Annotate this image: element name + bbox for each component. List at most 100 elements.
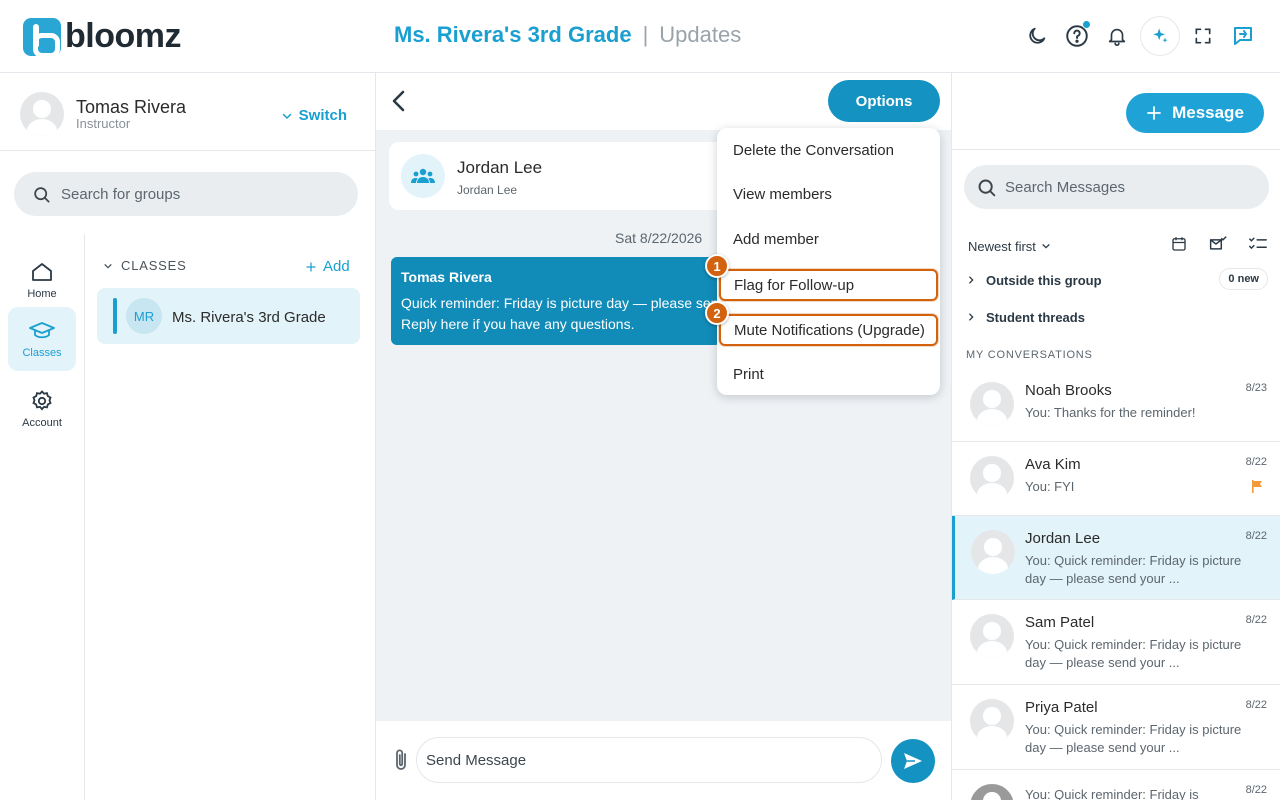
send-button[interactable] (891, 739, 935, 783)
conversation-item[interactable]: Sam Patel 8/22 You: Quick reminder: Frid… (952, 600, 1280, 685)
class-initials-avatar: MR (126, 298, 162, 334)
help-chat-icon[interactable] (1060, 16, 1094, 56)
menu-item-add-member[interactable]: Add member (717, 217, 940, 262)
group-outside-this-group[interactable]: Outside this group 0 new (966, 264, 1268, 296)
mail-check-icon[interactable] (1208, 235, 1228, 253)
conversation-item[interactable]: Ava Kim 8/22 You: FYI (952, 442, 1280, 516)
class-item[interactable]: MR Ms. Rivera's 3rd Grade (97, 288, 360, 344)
user-avatar[interactable] (20, 92, 64, 136)
plus-icon (1147, 106, 1161, 120)
conversation-item-date: 8/22 (1245, 614, 1267, 626)
chevron-down-icon (1042, 244, 1050, 249)
group-label: Student threads (986, 309, 1085, 325)
nav-home-label: Home (27, 288, 57, 300)
search-icon (978, 179, 996, 196)
message-search-input[interactable] (1005, 178, 1255, 196)
messages-header: Message (952, 73, 1280, 150)
nav-home[interactable]: Home (8, 248, 76, 312)
options-button[interactable]: Options (828, 80, 940, 122)
messages-panel: Message Newest first Outside this group … (951, 73, 1280, 800)
chevron-right-icon (969, 276, 974, 284)
chevron-down-icon (104, 263, 112, 269)
conversation-item-preview: You: Quick reminder: Friday is picture d… (1025, 722, 1242, 755)
message-text: Quick reminder: Friday is picture day — … (401, 295, 721, 332)
avatar (970, 614, 1014, 658)
message-bubble[interactable]: Tomas Rivera Quick reminder: Friday is p… (391, 257, 721, 345)
switch-label: Switch (298, 107, 347, 124)
date-separator: Sat 8/22/2026 (615, 230, 703, 246)
group-student-threads[interactable]: Student threads (966, 301, 1268, 333)
conversation-item-date: 8/22 (1245, 699, 1267, 711)
menu-item-view-members[interactable]: View members (717, 172, 940, 217)
conversation-item-name: Ava Kim (1025, 456, 1081, 473)
add-class-button[interactable]: Add (305, 258, 350, 275)
conversation-item[interactable]: 8/22 You: Quick reminder: Friday is (952, 770, 1280, 800)
conversation-item[interactable]: Priya Patel 8/22 You: Quick reminder: Fr… (952, 685, 1280, 770)
conversation-item-preview: You: Quick reminder: Friday is picture d… (1025, 637, 1242, 670)
avatar (970, 382, 1014, 426)
bloomz-logo[interactable]: bloomz (23, 17, 181, 58)
nav-account[interactable]: Account (8, 377, 76, 441)
group-search-box (14, 172, 358, 216)
attachment-button[interactable] (392, 748, 410, 777)
menu-item-print[interactable]: Print (717, 352, 940, 397)
avatar (971, 530, 1015, 574)
nav-account-label: Account (22, 417, 62, 429)
moon-icon[interactable] (1020, 16, 1054, 56)
home-icon (32, 263, 52, 281)
group-search-input[interactable] (61, 185, 321, 203)
my-conversations-header: MY CONVERSATIONS (966, 349, 1093, 361)
conversation-item-preview: You: Quick reminder: Friday is (1025, 787, 1199, 800)
nav-rail: Home Classes Account (0, 234, 85, 800)
message-sender: Tomas Rivera (401, 269, 492, 285)
message-search-box (964, 165, 1269, 209)
sort-filter-row: Newest first (968, 235, 1268, 257)
user-row: Tomas Rivera Instructor Switch (0, 73, 375, 151)
chevron-right-icon (969, 313, 974, 321)
options-menu: Delete the Conversation View members Add… (717, 128, 940, 395)
filter-icons (1170, 235, 1268, 253)
fullscreen-icon[interactable] (1186, 16, 1220, 56)
search-icon (34, 186, 50, 202)
menu-item-flag-follow-up[interactable]: Flag for Follow-up (719, 269, 938, 301)
checklist-icon[interactable] (1248, 235, 1268, 253)
conversation-item-preview: You: Thanks for the reminder! (1025, 405, 1196, 420)
plus-icon (306, 261, 316, 272)
sparkle-icon[interactable] (1140, 16, 1180, 56)
gear-icon (32, 390, 52, 411)
conversation-item[interactable]: Noah Brooks 8/23 You: Thanks for the rem… (952, 368, 1280, 442)
back-button[interactable] (386, 88, 412, 114)
conversation-item-name: Noah Brooks (1025, 382, 1112, 399)
conversation-item-date: 8/22 (1245, 456, 1267, 468)
logo-text: bloomz (65, 17, 181, 55)
conversation-item-name: Priya Patel (1025, 699, 1098, 716)
section-title: Updates (659, 22, 742, 47)
class-name: Ms. Rivera's 3rd Grade (172, 309, 326, 326)
conversation-item-preview: You: FYI (1025, 479, 1075, 494)
conversation-item-name: Jordan Lee (1025, 530, 1101, 547)
sort-dropdown[interactable]: Newest first (968, 239, 1051, 254)
graduation-cap-icon (29, 322, 55, 339)
menu-item-mute-notifications[interactable]: Mute Notifications (Upgrade) (719, 314, 938, 346)
new-message-button[interactable]: Message (1126, 93, 1264, 133)
classes-section-toggle[interactable]: CLASSES (103, 258, 187, 273)
chat-header: Options (376, 73, 951, 130)
menu-item-delete-conversation[interactable]: Delete the Conversation (717, 128, 940, 173)
send-message-input[interactable] (416, 737, 882, 783)
switch-button[interactable]: Switch (281, 107, 347, 124)
avatar (970, 456, 1014, 500)
user-name: Tomas Rivera (76, 97, 187, 117)
add-class-label: Add (323, 258, 350, 275)
bell-icon[interactable] (1100, 16, 1134, 56)
left-panel: Tomas Rivera Instructor Switch Home Clas… (0, 73, 376, 800)
send-icon (904, 753, 922, 769)
feedback-icon[interactable] (1226, 16, 1260, 56)
header-toolbar (1020, 16, 1260, 56)
help-notification-dot (1082, 20, 1091, 29)
group-label: Outside this group (986, 272, 1102, 288)
calendar-icon[interactable] (1170, 235, 1188, 253)
conversation-item[interactable]: Jordan Lee 8/22 You: Quick reminder: Fri… (952, 516, 1280, 600)
user-role: Instructor (76, 116, 131, 131)
nav-classes[interactable]: Classes (8, 307, 76, 371)
chevron-left-icon (392, 90, 405, 112)
